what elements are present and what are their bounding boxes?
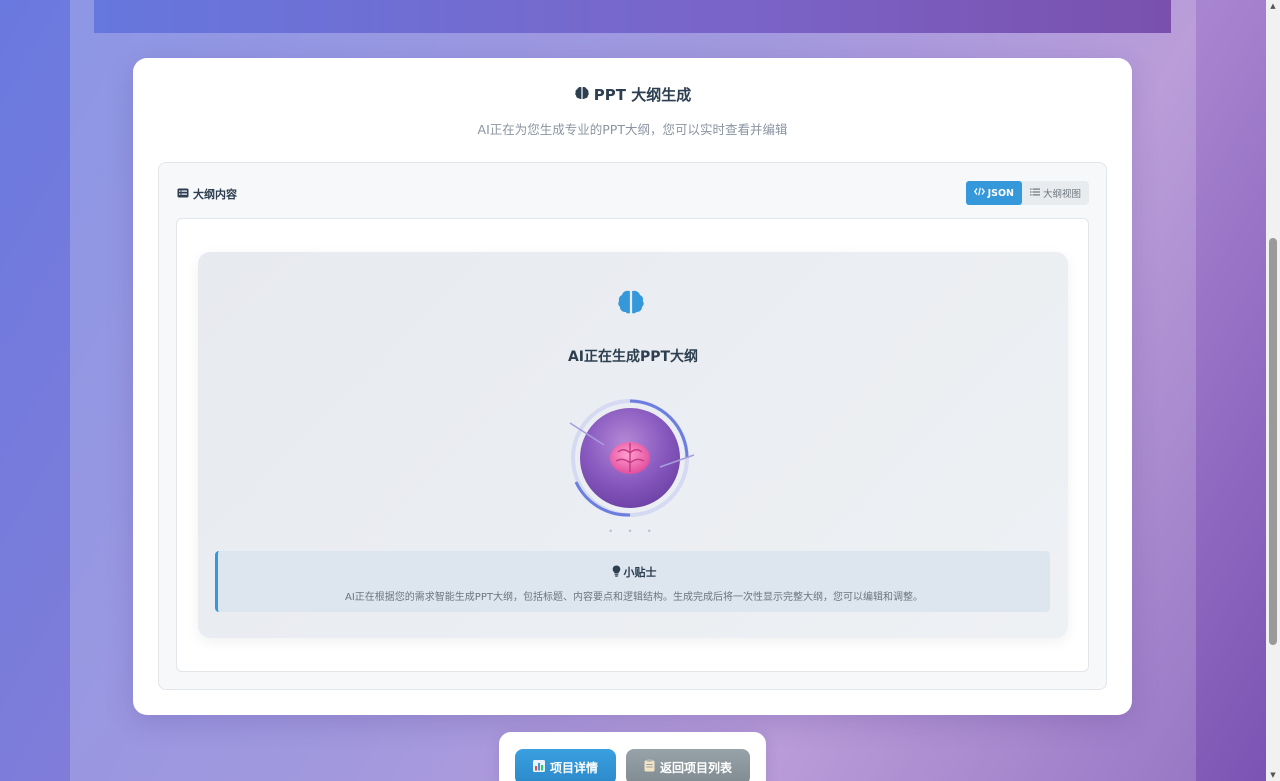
scrollbar-thumb[interactable] (1269, 238, 1277, 645)
outline-view-label: 大纲视图 (1042, 189, 1081, 200)
tip-title: 小贴士 (218, 564, 1050, 580)
list-alt-icon (177, 188, 189, 201)
action-bar: 项目详情 返回项目列表 (499, 732, 766, 781)
scroll-down-arrow-icon[interactable]: ▼ (1269, 771, 1277, 779)
loading-title: AI正在生成PPT大纲 (567, 349, 699, 365)
tip-box: 小贴士 AI正在根据您的需求智能生成PPT大纲，包括标题、内容要点和逻辑结构。生… (215, 551, 1050, 612)
bar-chart-icon (532, 759, 545, 775)
clipboard-icon (644, 759, 655, 775)
outline-view-button[interactable]: 大纲视图 (1022, 181, 1089, 205)
brain-icon (616, 287, 646, 321)
loading-spinner (568, 397, 698, 527)
project-details-label: 项目详情 (549, 760, 598, 775)
outline-panel-header: 大纲内容 (177, 186, 237, 202)
list-icon (1029, 188, 1040, 199)
brain-icon (574, 85, 590, 105)
page-subtitle: AI正在为您生成专业的PPT大纲，您可以实时查看并编辑 (477, 122, 788, 137)
lightbulb-icon (612, 565, 621, 580)
top-banner (94, 0, 1171, 33)
back-to-projects-label: 返回项目列表 (659, 760, 732, 775)
loading-dots: • • • (608, 527, 658, 536)
tip-title-text: 小贴士 (623, 566, 657, 579)
project-details-button[interactable]: 项目详情 (515, 749, 616, 781)
loading-card: AI正在生成PPT大纲 • • • 小贴士 AI正在根据您的需求智能生成PPT大… (198, 252, 1068, 638)
tip-text: AI正在根据您的需求智能生成PPT大纲，包括标题、内容要点和逻辑结构。生成完成后… (345, 592, 923, 603)
outline-generation-card: PPT 大纲生成 AI正在为您生成专业的PPT大纲，您可以实时查看并编辑 大纲内… (133, 58, 1132, 715)
json-view-button[interactable]: JSON (965, 181, 1022, 205)
outline-panel-label: 大纲内容 (193, 188, 237, 201)
view-toggle: JSON 大纲视图 (965, 181, 1089, 205)
json-view-label: JSON (987, 187, 1014, 199)
outline-panel: 大纲内容 JSON 大纲视图 AI正在生成PPT大纲 • • • 小贴士 AI正… (158, 162, 1107, 690)
page-title-text: PPT 大纲生成 (593, 86, 692, 104)
outline-content-area: AI正在生成PPT大纲 • • • 小贴士 AI正在根据您的需求智能生成PPT大… (176, 218, 1089, 672)
code-icon (973, 187, 985, 199)
page-title: PPT 大纲生成 (133, 84, 1132, 105)
scroll-up-arrow-icon[interactable]: ▲ (1269, 2, 1277, 10)
back-to-projects-button[interactable]: 返回项目列表 (626, 749, 750, 781)
brain-emoji-icon (610, 442, 650, 474)
page-scrollbar[interactable]: ▲ ▼ (1266, 0, 1280, 781)
